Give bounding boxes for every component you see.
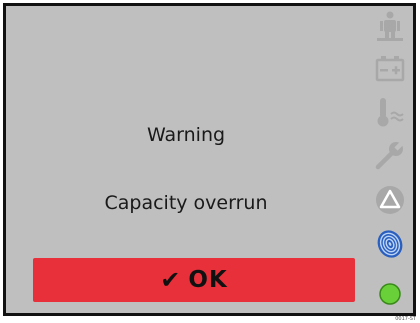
display-screen: Warning Capacity overrun ✔ OK: [3, 3, 416, 316]
ok-button-label: OK: [188, 267, 228, 293]
alert-triangle-icon: [376, 186, 404, 214]
battery-icon: [375, 56, 405, 82]
corner-code: 0017-ST: [395, 316, 416, 322]
status-led-icon: [379, 283, 401, 305]
patient-icon: [377, 11, 403, 41]
status-icon-rail: [366, 6, 413, 313]
temperature-icon: [377, 98, 404, 127]
wrench-icon: [375, 140, 406, 170]
device-frame: Warning Capacity overrun ✔ OK 0017-ST: [0, 0, 420, 323]
dialog-message: Capacity overrun: [104, 192, 268, 214]
fingerprint-icon: [377, 230, 403, 258]
checkmark-icon: ✔: [160, 266, 181, 294]
dialog-title: Warning: [146, 124, 226, 146]
ok-button[interactable]: ✔ OK: [33, 258, 355, 302]
warning-dialog: Warning Capacity overrun ✔ OK: [6, 6, 366, 313]
